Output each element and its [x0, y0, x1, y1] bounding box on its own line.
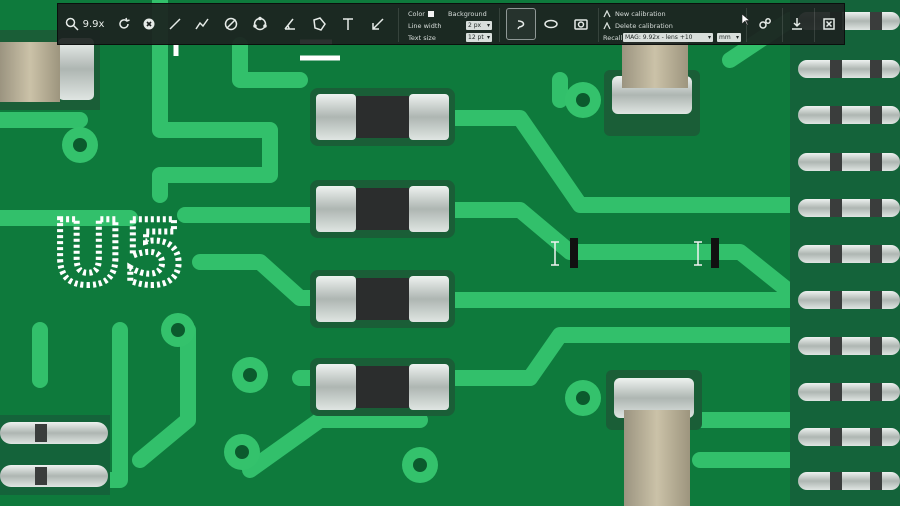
- settings-icon: [759, 18, 771, 29]
- polyline-icon: [195, 18, 209, 30]
- close-button[interactable]: [814, 8, 844, 40]
- measurement-toolbar: 9.9x Color Background Line width 2 px ▾ …: [57, 3, 845, 45]
- toolbar-separator: [499, 8, 500, 42]
- refresh-icon: [119, 17, 130, 29]
- new-calibration-item[interactable]: New calibration: [603, 8, 666, 19]
- line-width-dropdown[interactable]: 2 px: [466, 21, 492, 30]
- magnifier-icon: [65, 17, 79, 31]
- refresh-button[interactable]: [111, 8, 137, 40]
- camera-icon: [574, 19, 588, 30]
- ellipse-tool-icon: [544, 19, 558, 29]
- delete-calibration-label: Delete calibration: [615, 21, 673, 30]
- polygon-tool-button[interactable]: [306, 8, 332, 40]
- toolbar-separator: [398, 8, 399, 42]
- circle-tool-button[interactable]: [218, 8, 244, 40]
- close-icon: [823, 18, 835, 30]
- arrow-icon: [372, 18, 384, 30]
- recall-dropdown[interactable]: MAG: 9.92x - lens +10: [623, 33, 713, 42]
- angle-tool-button[interactable]: [277, 8, 303, 40]
- style-panel: Color Background Line width 2 px Text si…: [404, 8, 494, 44]
- text-tool-button[interactable]: [335, 8, 361, 40]
- settings-button[interactable]: [750, 8, 780, 40]
- download-icon: [792, 18, 802, 30]
- three-point-circle-icon: [253, 16, 267, 31]
- clear-icon: [143, 18, 155, 30]
- text-size-label: Text size: [408, 33, 436, 42]
- calibration-icon: [603, 9, 611, 18]
- camera-button[interactable]: [566, 8, 596, 40]
- circle-diameter-icon: [224, 17, 238, 31]
- unit-dropdown[interactable]: mm: [717, 33, 741, 42]
- calibration-panel: New calibration Delete calibration Recal…: [601, 8, 743, 44]
- ellipse-tool-button[interactable]: [536, 8, 566, 40]
- new-calibration-label: New calibration: [615, 9, 666, 18]
- delete-calibration-item[interactable]: Delete calibration: [603, 20, 673, 31]
- line-tool-button[interactable]: [162, 8, 188, 40]
- line-width-label: Line width: [408, 21, 442, 30]
- color-label: Color: [408, 9, 425, 18]
- three-point-circle-button[interactable]: [247, 8, 273, 40]
- recall-label: Recall: [603, 33, 623, 42]
- angle-icon: [284, 18, 295, 30]
- pcb-image: U5: [0, 0, 900, 506]
- line-icon: [169, 18, 181, 30]
- silkscreen-label: U5: [52, 202, 185, 305]
- clear-button[interactable]: [136, 8, 162, 40]
- zoom-value: 9.9x: [82, 18, 105, 30]
- polyline-tool-button[interactable]: [189, 8, 215, 40]
- ic-pins: [790, 0, 900, 506]
- lasso-tool-button[interactable]: [506, 8, 536, 40]
- background-label[interactable]: Background: [448, 10, 487, 18]
- calibration-icon: [603, 21, 611, 30]
- download-button[interactable]: [782, 8, 812, 40]
- zoom-button[interactable]: 9.9x: [62, 8, 106, 40]
- text-icon: [343, 18, 353, 30]
- mouse-cursor: [742, 14, 750, 26]
- text-size-dropdown[interactable]: 12 pt: [466, 33, 492, 42]
- color-swatch[interactable]: [427, 10, 434, 17]
- polygon-icon: [313, 17, 326, 31]
- ic-pins-bottom-left: [0, 415, 110, 495]
- lasso-tool-icon: [517, 20, 525, 30]
- arrow-tool-button[interactable]: [365, 8, 391, 40]
- toolbar-separator: [598, 8, 599, 42]
